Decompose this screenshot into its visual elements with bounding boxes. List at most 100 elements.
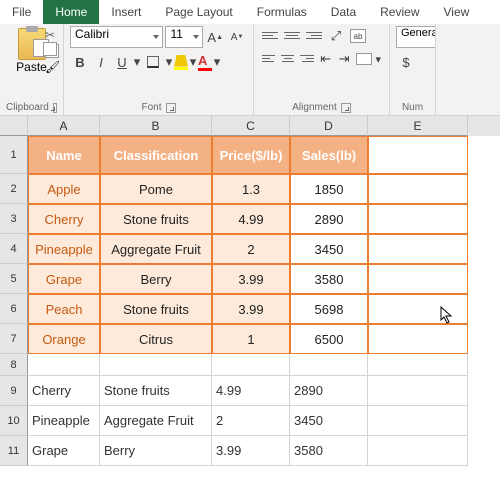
cell[interactable]: Aggregate Fruit (100, 406, 212, 436)
row-header[interactable]: 6 (0, 294, 28, 324)
tab-data[interactable]: Data (319, 0, 368, 24)
col-header-e[interactable]: E (368, 116, 468, 136)
wrap-text-button[interactable]: ab (348, 26, 368, 46)
cell[interactable]: 1 (212, 324, 290, 354)
row-header[interactable]: 10 (0, 406, 28, 436)
tab-insert[interactable]: Insert (99, 0, 153, 24)
decrease-font-button[interactable]: A▼ (227, 27, 247, 47)
tab-view[interactable]: View (432, 0, 482, 24)
cell[interactable]: Sales(lb) (290, 136, 368, 174)
cell[interactable] (368, 294, 468, 324)
borders-dropdown[interactable]: ▾ (165, 52, 173, 72)
merge-center-button[interactable]: ▾ (354, 49, 383, 69)
cell[interactable]: Cherry (28, 376, 100, 406)
cell[interactable]: Berry (100, 264, 212, 294)
cell[interactable] (368, 406, 468, 436)
orientation-button[interactable]: ⤢ (326, 26, 346, 46)
cell[interactable]: Apple (28, 174, 100, 204)
bold-button[interactable]: B (70, 52, 90, 72)
align-middle-button[interactable] (282, 26, 302, 44)
col-header-c[interactable]: C (212, 116, 290, 136)
cell[interactable]: 2890 (290, 376, 368, 406)
cell[interactable]: Cherry (28, 204, 100, 234)
tab-file[interactable]: File (0, 0, 43, 24)
cell[interactable]: Grape (28, 436, 100, 466)
cut-icon[interactable]: ✂ (45, 28, 59, 42)
row-header[interactable]: 8 (0, 354, 28, 376)
cell[interactable] (368, 174, 468, 204)
tab-home[interactable]: Home (43, 0, 99, 24)
borders-button[interactable] (142, 52, 164, 72)
tab-formulas[interactable]: Formulas (245, 0, 319, 24)
cell[interactable] (290, 354, 368, 376)
align-center-button[interactable] (279, 49, 296, 67)
cell[interactable]: 3580 (290, 264, 368, 294)
tab-page-layout[interactable]: Page Layout (153, 0, 244, 24)
row-header[interactable]: 9 (0, 376, 28, 406)
row-header[interactable]: 11 (0, 436, 28, 466)
cell[interactable]: 3450 (290, 234, 368, 264)
cell[interactable] (368, 324, 468, 354)
cell[interactable]: 4.99 (212, 204, 290, 234)
cell[interactable]: Name (28, 136, 100, 174)
cell[interactable] (368, 204, 468, 234)
cell[interactable]: 1.3 (212, 174, 290, 204)
cell[interactable]: 5698 (290, 294, 368, 324)
underline-dropdown[interactable]: ▾ (133, 52, 141, 72)
row-header[interactable]: 7 (0, 324, 28, 354)
cell[interactable]: Price($/lb) (212, 136, 290, 174)
cell[interactable]: Aggregate Fruit (100, 234, 212, 264)
cell[interactable]: 3580 (290, 436, 368, 466)
cell[interactable]: Peach (28, 294, 100, 324)
cell[interactable]: 3.99 (212, 264, 290, 294)
underline-button[interactable]: U (112, 52, 132, 72)
align-bottom-button[interactable] (304, 26, 324, 44)
fill-dropdown[interactable]: ▾ (189, 52, 197, 72)
cell[interactable]: 2890 (290, 204, 368, 234)
cell[interactable] (212, 354, 290, 376)
cell[interactable] (368, 376, 468, 406)
cell[interactable]: 3450 (290, 406, 368, 436)
row-header[interactable]: 4 (0, 234, 28, 264)
font-name-select[interactable]: Calibri (70, 26, 163, 48)
accounting-format-button[interactable]: $ (396, 52, 416, 72)
cell[interactable]: Grape (28, 264, 100, 294)
format-painter-icon[interactable]: 🖌 (45, 60, 59, 74)
clipboard-dialog-launcher[interactable] (53, 103, 57, 113)
cell[interactable]: Stone fruits (100, 204, 212, 234)
cell[interactable] (368, 354, 468, 376)
cell[interactable]: 3.99 (212, 294, 290, 324)
font-size-select[interactable]: 11 (165, 26, 203, 48)
copy-icon[interactable] (45, 44, 59, 58)
cell[interactable] (368, 136, 468, 174)
cell[interactable]: 1850 (290, 174, 368, 204)
decrease-indent-button[interactable]: ⇤ (318, 49, 334, 69)
cell[interactable]: Classification (100, 136, 212, 174)
cell[interactable]: Stone fruits (100, 376, 212, 406)
cell[interactable]: 4.99 (212, 376, 290, 406)
align-right-button[interactable] (298, 49, 315, 67)
number-format-select[interactable]: Genera (396, 26, 436, 48)
align-top-button[interactable] (260, 26, 280, 44)
italic-button[interactable]: I (91, 52, 111, 72)
increase-indent-button[interactable]: ⇥ (336, 49, 352, 69)
cell[interactable]: Citrus (100, 324, 212, 354)
cell[interactable]: 2 (212, 406, 290, 436)
fill-color-button[interactable] (174, 55, 188, 70)
cell[interactable] (368, 264, 468, 294)
align-left-button[interactable] (260, 49, 277, 67)
font-dialog-launcher[interactable] (166, 103, 176, 113)
alignment-dialog-launcher[interactable] (341, 103, 351, 113)
cell[interactable]: Stone fruits (100, 294, 212, 324)
font-color-button[interactable]: A (198, 53, 212, 71)
row-header[interactable]: 3 (0, 204, 28, 234)
cell[interactable]: Pineapple (28, 234, 100, 264)
cell[interactable] (100, 354, 212, 376)
col-header-d[interactable]: D (290, 116, 368, 136)
tab-review[interactable]: Review (368, 0, 431, 24)
cell[interactable] (28, 354, 100, 376)
row-header[interactable]: 2 (0, 174, 28, 204)
col-header-a[interactable]: A (28, 116, 100, 136)
row-header[interactable]: 1 (0, 136, 28, 174)
cell[interactable]: Pineapple (28, 406, 100, 436)
